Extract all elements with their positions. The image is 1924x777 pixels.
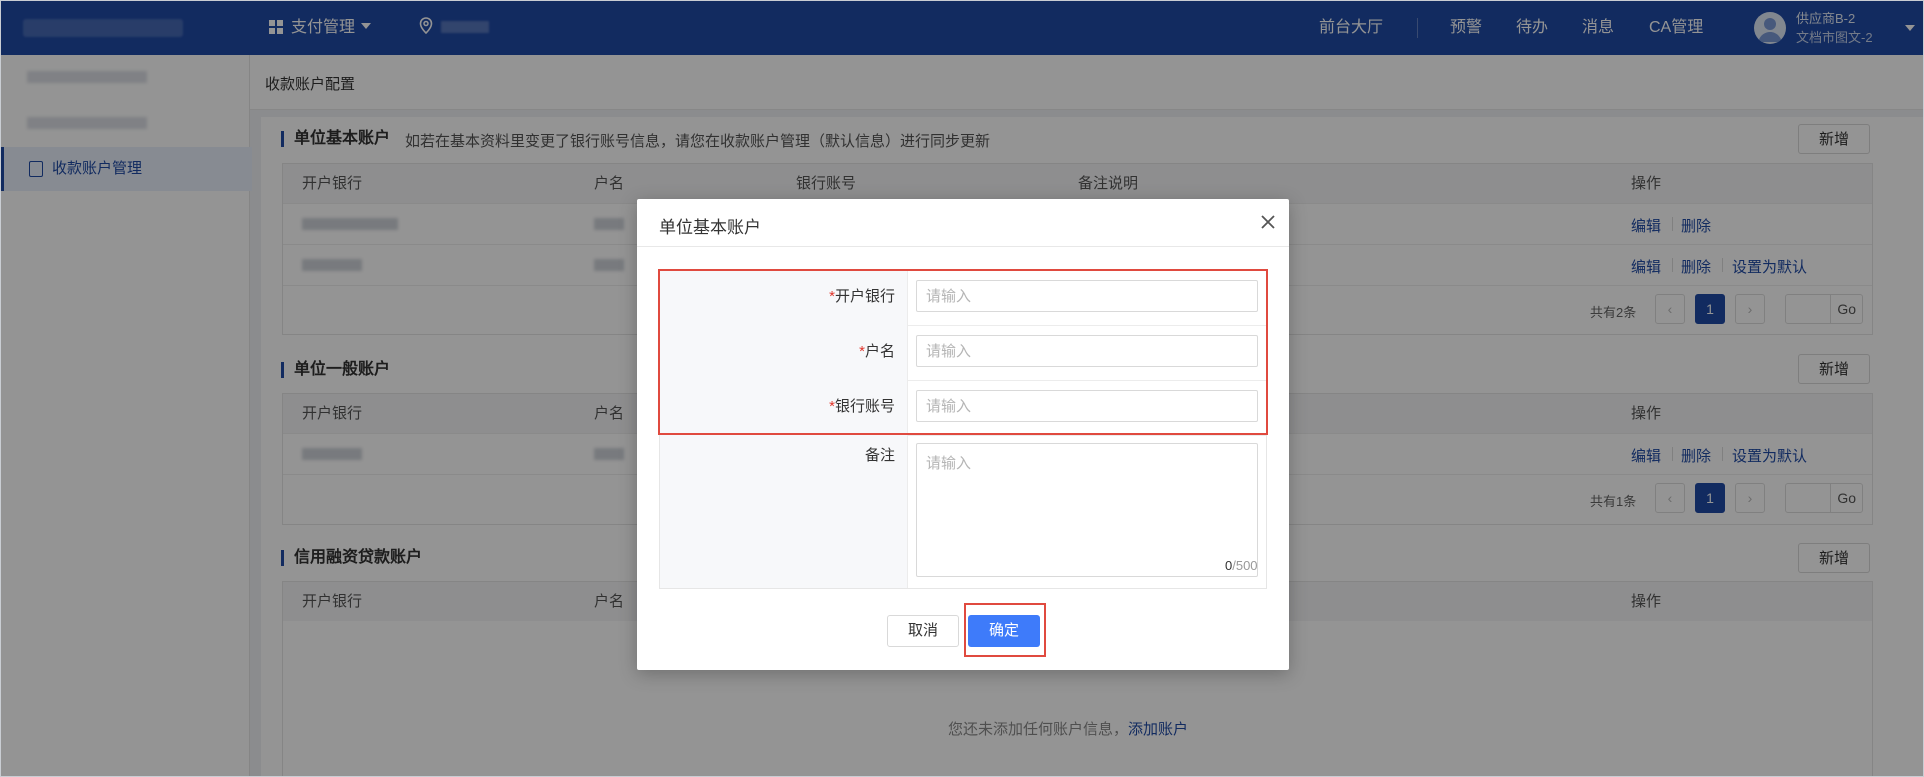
account-form: *开户银行 *户名 *银行账号 备注 0/500 <box>659 269 1267 589</box>
cancel-button[interactable]: 取消 <box>887 615 959 647</box>
form-row-account-name: *户名 <box>660 325 1266 381</box>
account-number-label: *银行账号 <box>660 380 908 435</box>
add-account-dialog: 单位基本账户 *开户银行 *户名 *银行账号 备注 0/500 取消 <box>637 199 1289 670</box>
app-window: 支付管理 前台大厅 预警 待办 消息 CA管理 供应商B-2 文档市图文-2 收… <box>0 0 1924 777</box>
account-number-input[interactable] <box>916 390 1258 422</box>
form-row-bank: *开户银行 <box>660 270 1266 326</box>
char-counter: 0/500 <box>1225 558 1258 573</box>
close-icon[interactable] <box>1259 213 1277 231</box>
form-row-account-number: *银行账号 <box>660 380 1266 436</box>
dialog-title: 单位基本账户 <box>659 218 761 237</box>
bank-label: *开户银行 <box>660 270 908 325</box>
remark-label: 备注 <box>660 435 908 588</box>
remark-textarea[interactable] <box>916 443 1258 577</box>
bank-input[interactable] <box>916 280 1258 312</box>
form-row-remark: 备注 0/500 <box>660 435 1266 588</box>
confirm-button[interactable]: 确定 <box>968 615 1040 647</box>
account-name-label: *户名 <box>660 325 908 380</box>
account-name-input[interactable] <box>916 335 1258 367</box>
dialog-header: 单位基本账户 <box>637 199 1289 247</box>
